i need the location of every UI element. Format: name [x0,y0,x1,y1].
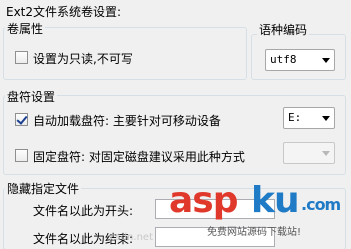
auto-mount-drive-value: E: [288,111,302,124]
site-watermark-logo: asp ku .com 免费网站源码下载站! [169,183,345,243]
auto-mount-label[interactable]: 自动加载盘符: 主要针对可移动设备 [33,112,221,129]
watermark-brand-suffix: .com [301,195,341,214]
auto-mount-checkbox[interactable] [15,113,28,126]
volume-attributes-title: 卷属性 [5,20,46,37]
chevron-down-icon [322,116,330,121]
auto-mount-drive-select[interactable]: E: [283,107,335,129]
chevron-down-icon [322,151,330,156]
codepage-select[interactable]: utf8 [265,49,335,71]
faint-watermark-url: csdn.net [110,232,153,243]
codepage-value: utf8 [270,53,297,66]
fixed-letter-label[interactable]: 固定盘符: 对固定磁盘建议采用此种方式 [33,148,245,165]
readonly-label[interactable]: 设置为只读,不可写 [33,50,133,67]
codepage-label: 语种编码 [257,21,310,38]
chevron-down-icon [322,58,330,63]
fixed-drive-select[interactable] [283,142,335,164]
watermark-subtitle: 免费网站源码下载站! [207,227,302,238]
readonly-checkbox[interactable] [15,51,28,64]
hidden-files-title: 隐藏指定文件 [5,180,82,197]
watermark-brand-blue: ku [251,180,300,221]
prefix-label: 文件名以此为开头: [33,204,134,218]
fixed-letter-checkbox[interactable] [15,149,28,162]
watermark-brand-red: asp [169,180,238,221]
drive-letter-title: 盘符设置 [5,88,58,105]
dialog-title: Ext2文件系统卷设置: [6,5,122,19]
